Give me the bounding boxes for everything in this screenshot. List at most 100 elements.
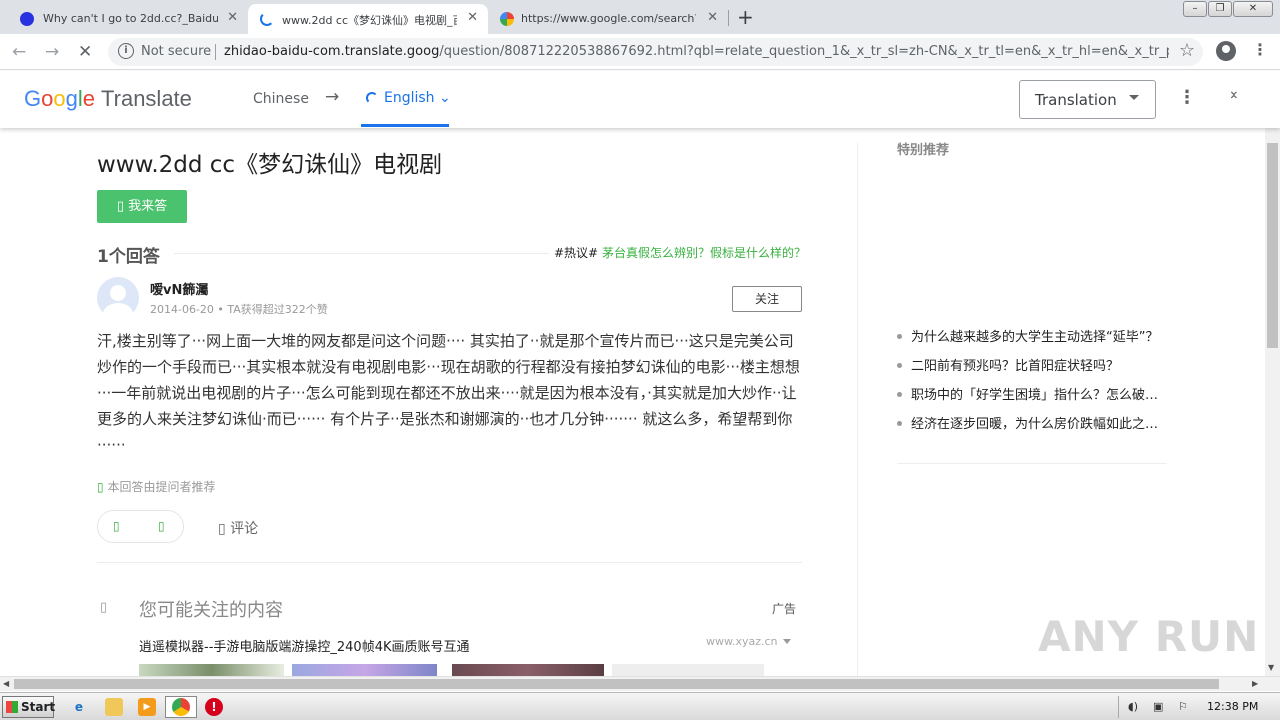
- ad-thumbnail[interactable]: [612, 664, 764, 676]
- answer-button[interactable]: ▯ 我来答: [97, 190, 187, 223]
- avatar[interactable]: [97, 277, 139, 319]
- translation-mode-label: Translation: [1035, 91, 1117, 109]
- horizontal-scrollbar[interactable]: ◀ ▶: [0, 676, 1280, 691]
- related-section-title: 您可能关注的内容: [139, 600, 283, 621]
- sidebar-item[interactable]: 为什么越来越多的大学生主动选择“延毕”？: [897, 326, 1167, 355]
- security-label[interactable]: Not secure: [141, 44, 211, 59]
- vote-group: ▯ ▯: [97, 510, 184, 543]
- chevron-down-icon: ⌄: [439, 90, 451, 106]
- arrow-right-icon: →: [325, 87, 340, 107]
- target-language-tab[interactable]: English ⌄: [384, 90, 451, 106]
- back-icon[interactable]: ←: [12, 42, 26, 62]
- volume-icon[interactable]: ◖): [1128, 700, 1138, 713]
- system-clock[interactable]: 12:38 PM: [1207, 700, 1258, 713]
- hot-topic[interactable]: #热议# 茅台真假怎么辨别？假标是什么样的？: [554, 244, 806, 261]
- translation-mode-select[interactable]: Translation: [1019, 80, 1156, 119]
- ad-thumbnail[interactable]: [452, 664, 604, 676]
- folder-icon[interactable]: [105, 698, 123, 716]
- tab-title: Why can't I go to 2dd.cc?_Baidu Kno: [43, 12, 218, 25]
- hot-topic-link[interactable]: 茅台真假怎么辨别？假标是什么样的？: [602, 246, 806, 260]
- answer-body: 汗,楼主别等了···网上面一大堆的网友都是问这个问题···· 其实拍了··就是那…: [97, 332, 800, 454]
- close-icon[interactable]: ✕: [467, 10, 478, 25]
- page-content: www.2dd cc《梦幻诛仙》电视剧 ▯ 我来答 1个回答 #热议# 茅台真假…: [0, 128, 1265, 676]
- url-text[interactable]: zhidao-baidu-com.translate.goog/question…: [224, 44, 1169, 59]
- comment-button[interactable]: ▯ 评论: [218, 518, 258, 538]
- tab-title: https://www.google.com/search?q=: [521, 12, 696, 25]
- google-translate-bar: Google Translate Chinese → English ⌄ Tran…: [0, 71, 1280, 128]
- internet-explorer-icon[interactable]: e: [70, 698, 88, 716]
- tab-divider: [728, 10, 729, 26]
- scrollbar-thumb[interactable]: [14, 679, 1219, 689]
- more-menu-icon[interactable]: ⋮: [1252, 40, 1268, 59]
- check-icon: ▯: [97, 480, 104, 494]
- answer-count: 1个回答: [97, 247, 160, 267]
- question-title: www.2dd cc《梦幻诛仙》电视剧: [97, 152, 443, 178]
- restore-icon[interactable]: ❐: [1208, 1, 1232, 17]
- sidebar-item[interactable]: 二阳前有预兆吗？比首阳症状轻吗？: [897, 355, 1167, 384]
- bookmark-star-icon[interactable]: ☆: [1179, 40, 1195, 61]
- media-player-icon[interactable]: ▶: [138, 698, 156, 716]
- close-icon[interactable]: ✕: [707, 10, 718, 25]
- close-window-icon[interactable]: ✕: [1233, 1, 1273, 17]
- tray-divider: [1118, 696, 1119, 718]
- scroll-right-icon[interactable]: ▶: [1252, 679, 1258, 688]
- profile-icon[interactable]: [1216, 41, 1236, 61]
- close-icon[interactable]: ✕: [227, 10, 238, 25]
- ad-thumbnail[interactable]: [292, 664, 437, 676]
- ad-title-link[interactable]: 逍遥模拟器--手游电脑版端游操控_240帧4K画质账号互通: [139, 636, 470, 655]
- chrome-icon[interactable]: [172, 698, 190, 716]
- separator: [215, 44, 216, 60]
- anyrun-watermark: ANY RUN: [1038, 612, 1260, 661]
- tab-google-search[interactable]: https://www.google.com/search?q= ✕: [488, 4, 728, 34]
- address-bar[interactable]: i Not secure zhidao-baidu-com.translate.…: [108, 38, 1203, 66]
- recommend-note: ▯ 本回答由提问者推荐: [97, 478, 215, 495]
- target-language-label: English: [384, 90, 435, 106]
- loading-spinner-icon: [366, 92, 378, 104]
- minimize-icon[interactable]: –: [1183, 1, 1207, 17]
- dropdown-caret-icon: [1129, 95, 1139, 100]
- google-icon: [500, 12, 514, 26]
- ad-options-icon[interactable]: [783, 639, 791, 644]
- follow-button[interactable]: 关注: [732, 286, 802, 312]
- browser-toolbar: ← → ✕ i Not secure zhidao-baidu-com.tran…: [0, 34, 1280, 70]
- url-path: /question/808712220538867692.html?qbl=re…: [439, 44, 1169, 59]
- network-icon[interactable]: ▣: [1153, 700, 1163, 713]
- stop-icon[interactable]: ✕: [78, 42, 92, 62]
- thumbs-down-icon[interactable]: ▯: [158, 519, 165, 533]
- more-options-icon[interactable]: ⋮: [1178, 87, 1196, 108]
- comment-label: 评论: [230, 521, 259, 537]
- logo-letter: e: [82, 86, 96, 111]
- loading-icon: [260, 12, 274, 26]
- ad-domain: www.xyaz.cn: [706, 635, 778, 648]
- tab-baidu-knows[interactable]: Why can't I go to 2dd.cc?_Baidu Kno ✕: [0, 4, 248, 34]
- google-translate-logo[interactable]: Google Translate: [24, 86, 192, 112]
- logo-letter: o: [53, 86, 66, 111]
- scroll-left-icon[interactable]: ◀: [3, 679, 9, 688]
- thumbs-up-icon[interactable]: ▯: [113, 519, 120, 533]
- collapse-icon[interactable]: ⌄ ⌃: [1228, 84, 1240, 108]
- divider: [97, 562, 802, 563]
- tab-active-question[interactable]: www.2dd cc《梦幻诛仙》电视剧_百度 ✕: [248, 4, 488, 34]
- sidebar-title: 特别推荐: [897, 143, 950, 158]
- source-language-tab[interactable]: Chinese: [253, 91, 309, 107]
- vertical-scrollbar[interactable]: ▲ ▼: [1265, 71, 1280, 676]
- start-button[interactable]: Start: [2, 696, 56, 718]
- antivirus-icon[interactable]: !: [205, 698, 223, 716]
- baidu-icon: [20, 12, 34, 26]
- scrollbar-thumb[interactable]: [1267, 143, 1278, 348]
- new-tab-button[interactable]: +: [737, 5, 754, 29]
- recommend-label: 本回答由提问者推荐: [107, 480, 216, 494]
- username[interactable]: 嗳vN籂灟: [150, 279, 208, 298]
- action-center-flag-icon[interactable]: ⚐: [1178, 700, 1188, 713]
- forward-icon[interactable]: →: [45, 42, 59, 62]
- ad-thumbnail[interactable]: [139, 664, 284, 676]
- logo-letter: o: [41, 86, 54, 111]
- comment-icon: ▯: [218, 521, 231, 537]
- start-label: Start: [21, 700, 56, 714]
- sidebar-item[interactable]: 职场中的「好学生困境」指什么？怎么破局？: [897, 384, 1167, 413]
- scroll-down-icon[interactable]: ▼: [1268, 663, 1274, 672]
- answer-meta: 2014-06-20 • TA获得超过322个赞: [150, 303, 328, 316]
- divider: [174, 253, 549, 254]
- info-icon[interactable]: i: [118, 43, 134, 59]
- sidebar-item[interactable]: 经济在逐步回暖，为什么房价跌幅如此之大？: [897, 413, 1167, 442]
